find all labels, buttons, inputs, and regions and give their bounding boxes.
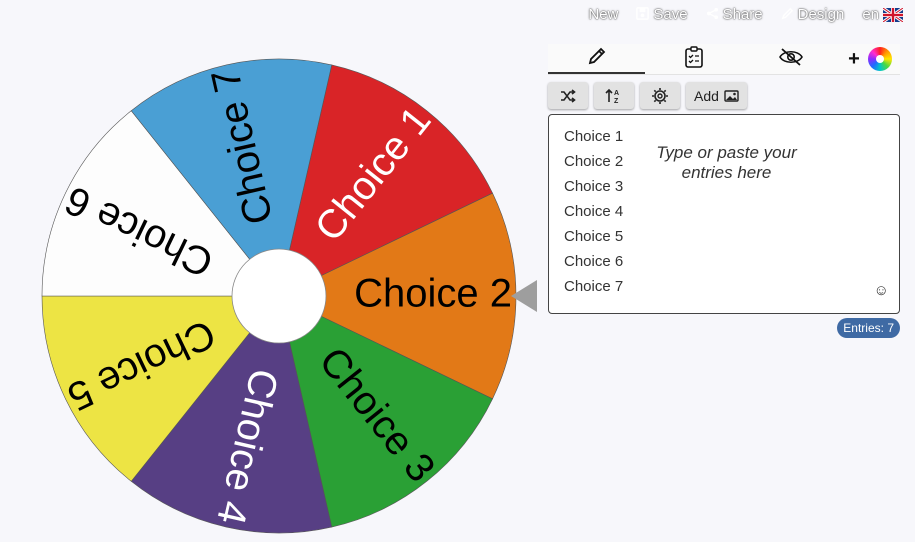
add-wheel-area: + [840, 44, 900, 74]
list-item: Choice 4 [564, 203, 624, 220]
entries-panel: + AZ Add Choice 1 Choice 2 Choice 3 Choi… [548, 44, 900, 338]
panel-tabs: + [548, 44, 900, 75]
wheel-center[interactable] [231, 248, 327, 344]
uk-flag-icon [882, 6, 904, 23]
shuffle-button[interactable] [548, 82, 588, 109]
design-label: Design [797, 6, 845, 23]
settings-button[interactable] [640, 82, 680, 109]
language-button[interactable]: en [862, 6, 904, 23]
hide-icon [779, 47, 804, 71]
svg-text:Z: Z [614, 98, 619, 104]
list-item: Choice 5 [564, 228, 624, 245]
results-icon [684, 45, 704, 73]
add-image-label: Add [694, 87, 719, 104]
list-item: Choice 7 [564, 278, 624, 295]
save-button[interactable]: Save [636, 6, 688, 23]
spin-wheel[interactable]: Choice 1 Choice 2 Choice 3 Choice 4 Choice 5… [40, 57, 518, 535]
page: New Save Share Design en Choice 1 Choice… [0, 0, 915, 542]
save-label: Save [653, 6, 688, 23]
pencil-icon [781, 7, 794, 23]
svg-text:A: A [614, 90, 619, 97]
list-item: Choice 1 [564, 128, 624, 145]
sort-icon: AZ [605, 88, 623, 104]
list-item: Choice 6 [564, 253, 624, 270]
entry-list: Choice 1 Choice 2 Choice 3 Choice 4 Choi… [564, 124, 623, 299]
share-label: Share [722, 6, 763, 23]
sort-button[interactable]: AZ [594, 82, 634, 109]
color-palette-icon[interactable] [867, 47, 892, 71]
design-button[interactable]: Design [781, 6, 845, 23]
edit-icon [587, 46, 607, 71]
new-button[interactable]: New [588, 6, 618, 23]
emoji-icon[interactable]: ☺ [874, 282, 889, 299]
save-icon [636, 6, 650, 23]
shuffle-icon [560, 88, 576, 103]
add-image-button[interactable]: Add [686, 82, 747, 109]
new-label: New [588, 6, 619, 23]
tab-edit[interactable] [548, 44, 646, 74]
entries-count-badge: Entries: 7 [837, 318, 900, 338]
tab-results[interactable] [645, 44, 742, 74]
tab-hide[interactable] [743, 44, 840, 74]
list-item: Choice 2 [564, 153, 624, 170]
plus-icon[interactable]: + [848, 48, 860, 71]
top-bar: New Save Share Design en [588, 6, 904, 23]
wheel-slice-label: Choice 2 [354, 272, 512, 316]
gear-icon [651, 87, 669, 105]
share-button[interactable]: Share [706, 6, 763, 23]
wheel-graphic[interactable]: Choice 1Choice 2Choice 3Choice 4Choice 5… [40, 57, 518, 535]
language-label: en [862, 6, 879, 23]
list-item: Choice 3 [564, 178, 624, 195]
wheel-pointer-icon [511, 280, 537, 312]
image-icon [724, 89, 739, 102]
entries-placeholder: Type or paste your entries here [656, 143, 797, 182]
entries-toolbar: AZ Add [548, 82, 900, 109]
entries-textarea[interactable]: Choice 1 Choice 2 Choice 3 Choice 4 Choi… [548, 114, 900, 314]
share-icon [706, 7, 719, 23]
